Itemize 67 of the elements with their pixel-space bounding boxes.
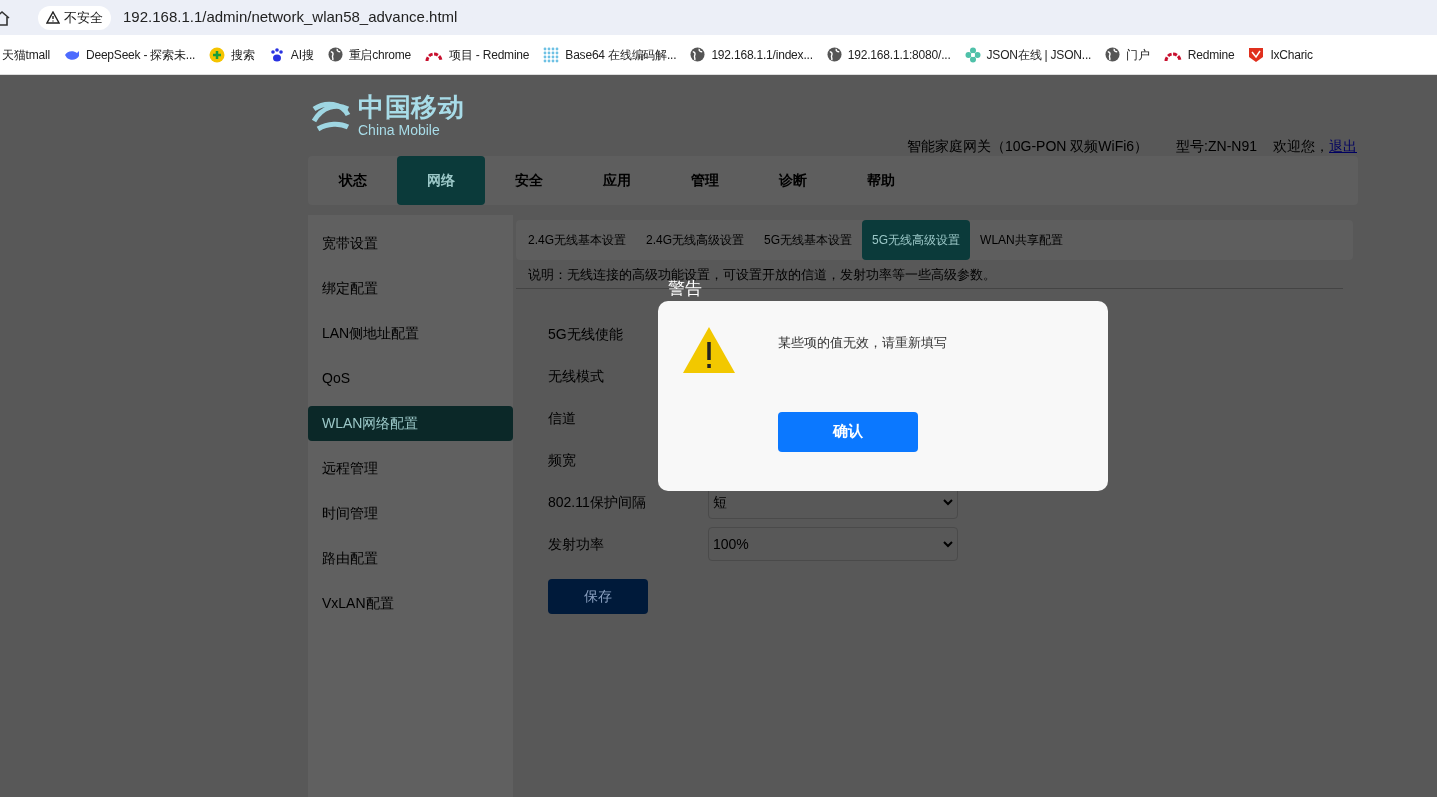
bookmark[interactable]: 192.168.1.1:8080/... — [826, 45, 951, 64]
dialog-title: 警告 — [668, 279, 702, 299]
logout-link[interactable]: 退出 — [1329, 135, 1357, 157]
subtab[interactable]: 2.4G无线高级设置 — [636, 220, 755, 260]
bookmark[interactable]: AI搜 — [268, 45, 314, 64]
bookmark[interactable]: JSON在线 | JSON... — [964, 45, 1092, 64]
logo-title: 中国移动 — [358, 94, 465, 120]
logo-subtitle: China Mobile — [358, 123, 441, 137]
bookmark[interactable]: 门户 — [1105, 45, 1150, 64]
sidebar-item[interactable]: 时间管理 — [308, 496, 513, 531]
bookmark[interactable]: 192.168.1.1/index... — [690, 45, 813, 64]
field-label: 信道 — [548, 408, 577, 428]
bookmark[interactable]: 搜索 — [209, 45, 255, 64]
subtab[interactable]: 5G无线基本设置 — [754, 220, 863, 260]
nav-tab[interactable]: 应用 — [573, 156, 661, 205]
nav-tab[interactable]: 网络 — [397, 156, 485, 205]
field-label: 无线模式 — [548, 366, 605, 386]
product-name: 智能家庭网关（10G-PON 双频WiFi6） — [906, 136, 1149, 156]
field-label: 802.11保护间隔 — [548, 492, 647, 512]
nav-tab[interactable]: 安全 — [485, 156, 573, 205]
confirm-button[interactable]: 确认 — [778, 411, 918, 452]
field-label: 频宽 — [548, 450, 577, 470]
sidebar-item[interactable]: 远程管理 — [308, 451, 513, 486]
subtab[interactable]: 5G无线高级设置 — [862, 220, 971, 260]
dropdown[interactable]: 100% — [708, 527, 958, 561]
nav-tab[interactable]: 管理 — [661, 156, 749, 205]
nav-tab[interactable]: 帮助 — [837, 156, 925, 205]
bookmark[interactable]: Base64 在线编码解... — [543, 45, 677, 64]
grid-icon — [543, 46, 560, 63]
globe-icon — [690, 47, 706, 62]
nav-tab[interactable]: 诊断 — [749, 156, 837, 205]
shield-icon — [1248, 46, 1265, 63]
chevron-icon — [943, 498, 953, 506]
plus-icon — [209, 46, 226, 63]
sidebar-item[interactable]: 绑定配置 — [308, 271, 513, 306]
save-button[interactable]: 保存 — [548, 579, 648, 614]
dialog-message: 某些项的值无效，请重新填写 — [778, 334, 947, 352]
sidebar-item[interactable]: WLAN网络配置 — [308, 406, 513, 441]
nav-tab[interactable]: 状态 — [309, 156, 397, 205]
bookmark[interactable]: 项目 - Redmine — [425, 45, 530, 64]
flower-icon — [964, 46, 981, 63]
warning-icon — [682, 326, 736, 374]
sidebar-item[interactable]: LAN侧地址配置 — [308, 316, 513, 351]
field-label: 5G无线使能 — [548, 324, 624, 344]
subtab[interactable]: 2.4G无线基本设置 — [518, 220, 636, 260]
sidebar-item[interactable]: 路由配置 — [308, 541, 513, 576]
bookmark[interactable]: IxCharic — [1248, 45, 1313, 64]
bookmark[interactable]: DeepSeek - 探索未... — [63, 45, 196, 64]
field-label: 发射功率 — [548, 534, 605, 554]
warning-icon — [46, 11, 60, 24]
globe-icon — [327, 47, 343, 62]
model-text: 型号:ZN-N91 — [1176, 136, 1257, 156]
home-icon[interactable] — [0, 9, 10, 26]
paw-icon — [268, 46, 285, 63]
welcome-text: 欢迎您， — [1273, 136, 1329, 156]
bookmark[interactable]: 重启chrome — [327, 45, 412, 64]
url-text: 192.168.1.1/admin/network_wlan58_advance.html — [123, 7, 458, 28]
globe-icon — [1105, 47, 1121, 62]
subtab[interactable]: WLAN共享配置 — [970, 220, 1073, 260]
bookmark[interactable]: Redmine — [1163, 45, 1235, 64]
chevron-icon — [943, 540, 953, 548]
sidebar-item[interactable]: QoS — [308, 361, 513, 396]
sidebar-item[interactable]: VxLAN配置 — [308, 586, 513, 621]
sidebar-item[interactable]: 宽带设置 — [308, 226, 513, 261]
globe-icon — [826, 47, 842, 62]
security-chip[interactable]: 不安全 — [38, 5, 111, 30]
bookmark[interactable]: 天猫tmall — [2, 45, 50, 64]
